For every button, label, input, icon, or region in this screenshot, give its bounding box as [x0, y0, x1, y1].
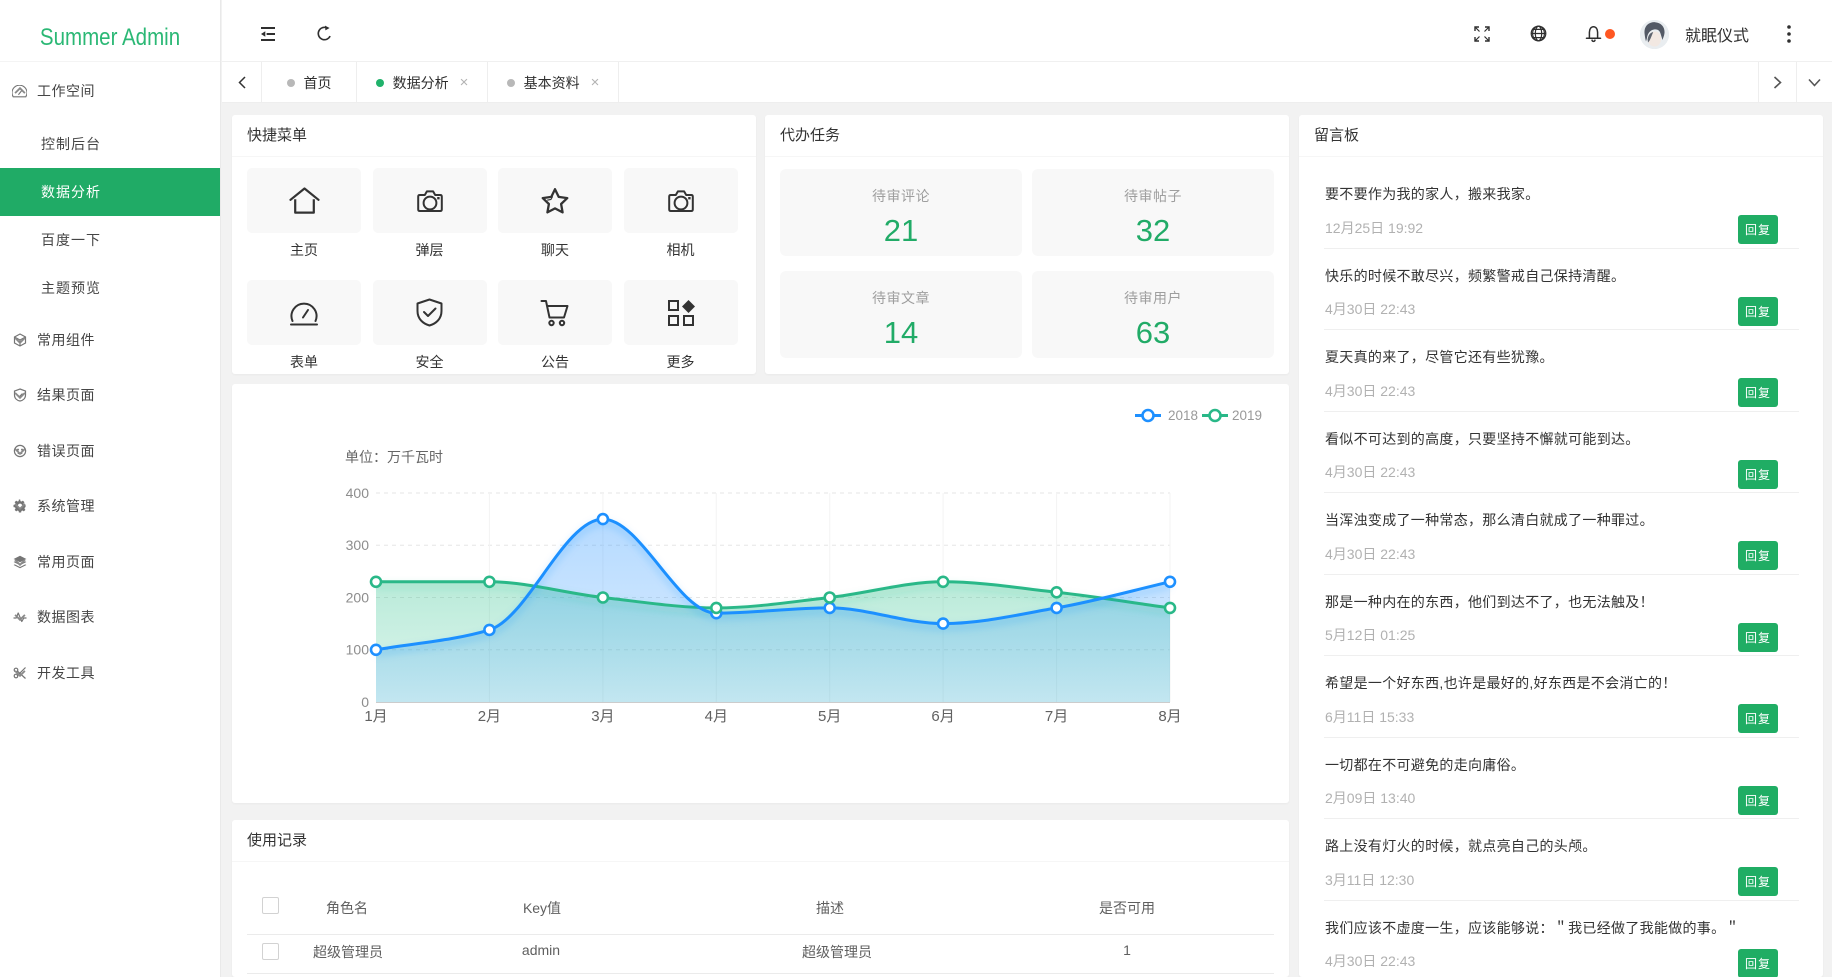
- svg-text:2019: 2019: [1232, 408, 1262, 423]
- svg-text:100: 100: [346, 642, 370, 658]
- svg-text:200: 200: [346, 589, 370, 605]
- svg-text:400: 400: [346, 485, 370, 501]
- svg-text:4月: 4月: [705, 708, 728, 725]
- svg-text:3月: 3月: [591, 708, 614, 725]
- svg-text:5月: 5月: [818, 708, 841, 725]
- svg-text:2月: 2月: [478, 708, 501, 725]
- svg-text:单位：万千瓦时: 单位：万千瓦时: [345, 449, 443, 465]
- svg-text:6月: 6月: [931, 708, 954, 725]
- svg-text:300: 300: [346, 537, 370, 553]
- svg-text:1月: 1月: [364, 708, 387, 725]
- svg-text:2018: 2018: [1168, 408, 1198, 423]
- svg-text:8月: 8月: [1158, 708, 1181, 725]
- svg-text:7月: 7月: [1045, 708, 1068, 725]
